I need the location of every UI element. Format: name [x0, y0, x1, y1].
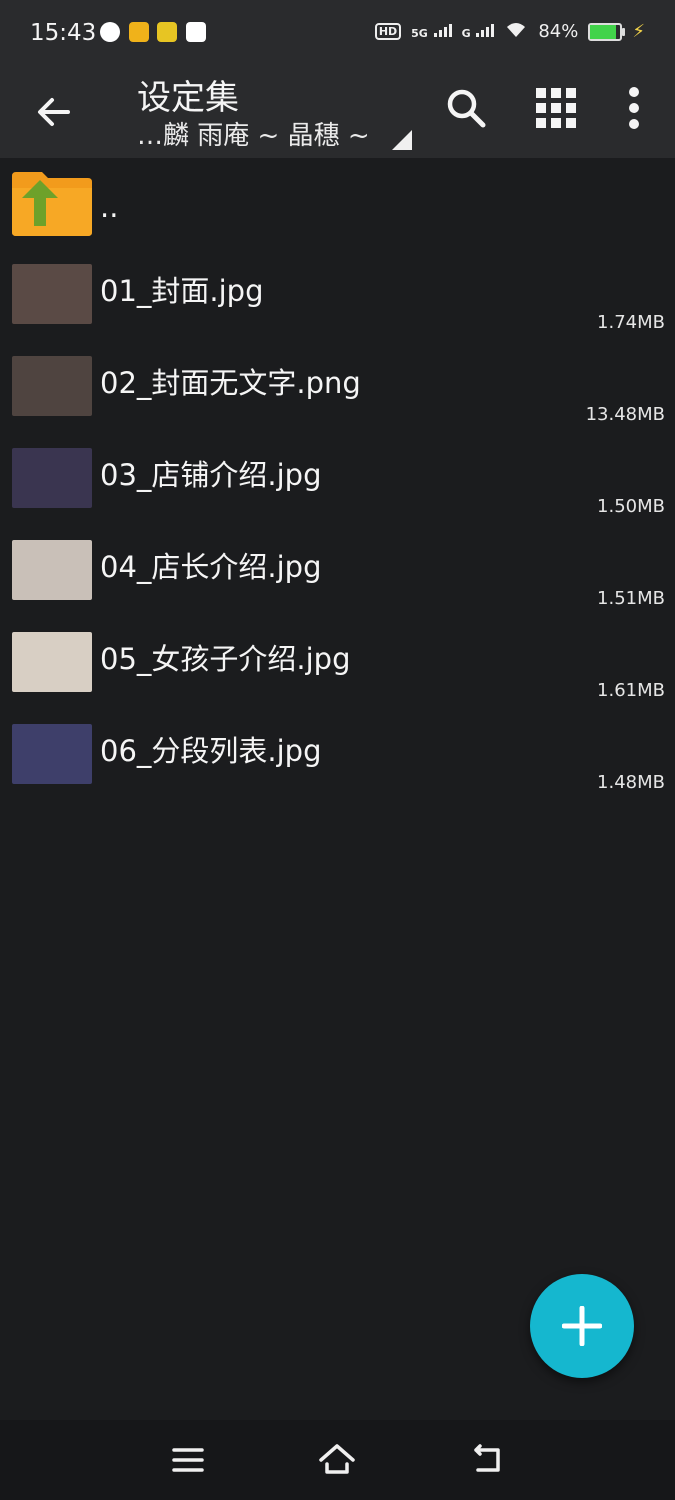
grid-view-icon[interactable] — [532, 84, 580, 132]
list-item[interactable]: 05_女孩子介绍.jpg 1.61MB — [0, 618, 675, 710]
more-vert-icon[interactable] — [610, 84, 658, 132]
file-list: .. 01_封面.jpg 1.74MB 02_封面无文字.png 13.48MB… — [0, 158, 675, 802]
file-size: 1.74MB — [597, 312, 665, 333]
image-thumbnail — [12, 724, 92, 784]
notification-icon-face — [100, 22, 120, 42]
wifi-icon — [504, 20, 528, 43]
file-name: 01_封面.jpg — [100, 274, 264, 308]
status-time: 15:43 — [30, 20, 97, 46]
list-item[interactable]: 06_分段列表.jpg 1.48MB — [0, 710, 675, 802]
back-icon[interactable] — [468, 1442, 508, 1478]
list-item[interactable]: 04_店长介绍.jpg 1.51MB — [0, 526, 675, 618]
notification-icon-mail — [129, 22, 149, 42]
home-icon[interactable] — [317, 1442, 357, 1478]
notification-icon-meituan — [157, 22, 177, 42]
image-thumbnail — [12, 356, 92, 416]
file-size: 13.48MB — [585, 404, 665, 425]
parent-folder-label: .. — [100, 190, 119, 224]
folder-title: 设定集 — [137, 78, 239, 118]
app-toolbar: 设定集 …麟 雨庵 ~ 晶穗 ~ — [0, 70, 675, 158]
status-bar: 15:43 HD 5G G 84% ⚡ — [0, 0, 675, 70]
list-item-parent[interactable]: .. — [0, 158, 675, 250]
battery-icon — [588, 22, 626, 41]
image-thumbnail — [12, 632, 92, 692]
image-thumbnail — [12, 540, 92, 600]
signal-g-icon: G — [462, 21, 495, 42]
notification-icon-app — [186, 22, 206, 42]
list-item[interactable]: 02_封面无文字.png 13.48MB — [0, 342, 675, 434]
add-fab-button[interactable] — [530, 1274, 634, 1378]
image-thumbnail — [12, 448, 92, 508]
file-size: 1.50MB — [597, 496, 665, 517]
list-item[interactable]: 01_封面.jpg 1.74MB — [0, 250, 675, 342]
search-icon[interactable] — [442, 84, 490, 132]
file-name: 02_封面无文字.png — [100, 366, 361, 400]
image-thumbnail — [12, 264, 92, 324]
file-size: 1.51MB — [597, 588, 665, 609]
status-indicators: HD 5G G 84% ⚡ — [374, 20, 645, 43]
file-name: 03_店铺介绍.jpg — [100, 458, 322, 492]
file-name: 06_分段列表.jpg — [100, 734, 322, 768]
signal-5g-icon: 5G — [411, 21, 452, 42]
file-size: 1.61MB — [597, 680, 665, 701]
plus-icon — [562, 1306, 602, 1346]
file-size: 1.48MB — [597, 772, 665, 793]
file-name: 05_女孩子介绍.jpg — [100, 642, 351, 676]
list-item[interactable]: 03_店铺介绍.jpg 1.50MB — [0, 434, 675, 526]
folder-up-icon — [12, 170, 92, 236]
dropdown-triangle-icon[interactable] — [392, 130, 412, 150]
file-name: 04_店长介绍.jpg — [100, 550, 322, 584]
hd-icon: HD — [374, 23, 402, 40]
battery-percent: 84% — [538, 21, 579, 42]
folder-path[interactable]: …麟 雨庵 ~ 晶穗 ~ — [137, 115, 370, 152]
menu-icon[interactable] — [168, 1442, 208, 1478]
charging-icon: ⚡ — [632, 21, 645, 42]
system-nav-bar — [0, 1420, 675, 1500]
back-arrow-icon[interactable] — [30, 88, 78, 136]
